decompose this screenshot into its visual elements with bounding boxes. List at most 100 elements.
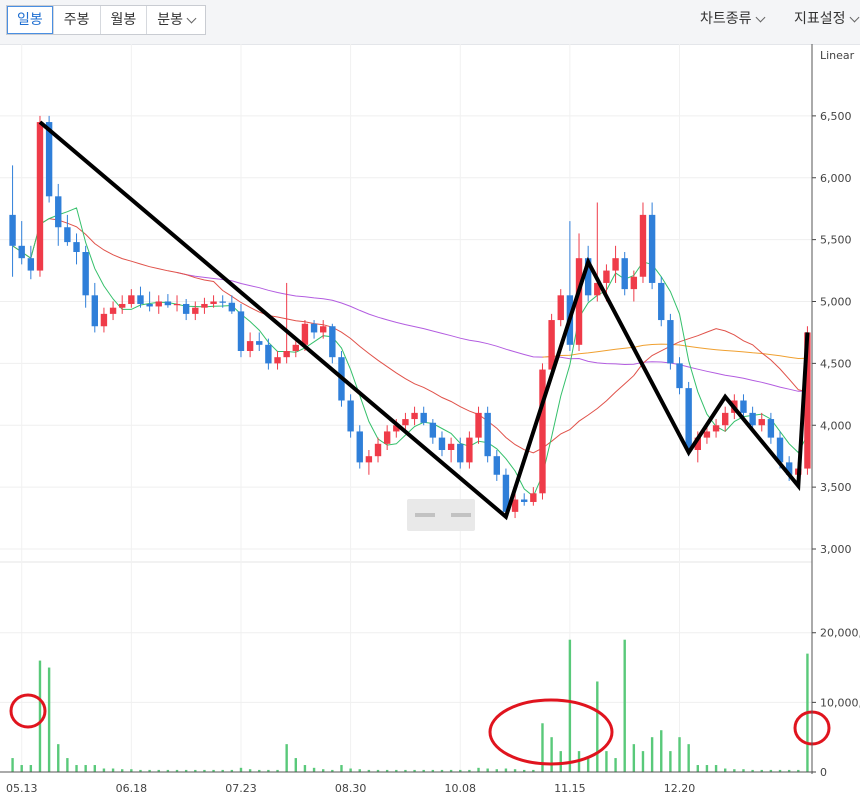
volume-bar bbox=[568, 639, 572, 772]
volume-bar bbox=[660, 730, 663, 772]
candle-body bbox=[246, 341, 254, 351]
volume-bar bbox=[586, 758, 590, 772]
candle-body bbox=[438, 437, 446, 450]
volume-bar bbox=[669, 751, 672, 772]
candle-body bbox=[146, 303, 153, 307]
candle-body bbox=[685, 388, 692, 450]
volume-bar bbox=[678, 737, 681, 772]
candle-body bbox=[475, 412, 482, 438]
candle-body bbox=[9, 214, 16, 246]
stock-chart[interactable]: 6,500 6,000 5,500 5,000 4,500 4,000 3,500 3,000… bbox=[0, 44, 860, 798]
volume-bar bbox=[66, 758, 69, 772]
candle-body bbox=[402, 419, 409, 426]
volume-bar bbox=[29, 765, 33, 772]
candle-body bbox=[100, 313, 108, 327]
volume-bar bbox=[623, 639, 626, 772]
candle-body bbox=[484, 412, 491, 457]
candle-body bbox=[521, 499, 528, 502]
candle-body bbox=[64, 227, 71, 243]
volume-bar bbox=[93, 765, 96, 772]
candle-body bbox=[530, 493, 537, 502]
volume-bar bbox=[641, 751, 645, 772]
volume-bar bbox=[605, 751, 608, 772]
x-tick-label: 11.15 bbox=[554, 782, 586, 795]
candle-body bbox=[722, 412, 729, 426]
volume-bar bbox=[312, 767, 316, 772]
candle-body bbox=[356, 431, 363, 463]
volume-bar bbox=[75, 765, 78, 772]
candle-body bbox=[228, 302, 236, 312]
candle-body bbox=[109, 307, 117, 314]
scale-label: Linear bbox=[820, 49, 855, 62]
candle-body bbox=[758, 419, 765, 426]
volume-bar bbox=[504, 768, 508, 772]
candle-body bbox=[557, 295, 564, 321]
period-weekly-button[interactable]: 주봉 bbox=[54, 6, 101, 34]
chart-axes: 6,500 6,000 5,500 5,000 4,500 4,000 3,500 3,000… bbox=[0, 44, 860, 795]
volume-bar bbox=[724, 768, 727, 772]
zoom-control[interactable] bbox=[407, 499, 475, 531]
chart-type-dropdown[interactable]: 차트종류 bbox=[700, 8, 765, 30]
volume-bar bbox=[285, 744, 288, 772]
candle-body bbox=[283, 351, 290, 358]
period-minute-button[interactable]: 분봉 bbox=[147, 6, 205, 34]
candle-body bbox=[329, 326, 336, 358]
candle-body bbox=[310, 323, 318, 333]
candle-body bbox=[36, 122, 44, 271]
candle-body bbox=[210, 301, 217, 304]
volume-bar bbox=[303, 765, 307, 772]
ma60-line bbox=[176, 272, 808, 392]
candlestick-series bbox=[9, 115, 811, 519]
volume-bar bbox=[11, 758, 14, 772]
candle-body bbox=[27, 258, 35, 271]
x-tick-label: 05.13 bbox=[6, 782, 38, 795]
volume-tick-label: 0 bbox=[820, 766, 827, 779]
candle-body bbox=[712, 425, 720, 432]
volume-bar bbox=[650, 737, 654, 772]
y-tick-label: 4,000 bbox=[820, 419, 852, 432]
candle-body bbox=[639, 214, 647, 277]
candle-body bbox=[192, 307, 199, 314]
candle-body bbox=[612, 258, 619, 271]
volume-bar bbox=[559, 751, 562, 772]
volume-bar bbox=[102, 768, 106, 772]
candle-body bbox=[137, 295, 144, 304]
chevron-down-icon bbox=[186, 13, 197, 23]
period-monthly-button[interactable]: 월봉 bbox=[101, 6, 148, 34]
period-daily-button[interactable]: 일봉 bbox=[7, 6, 54, 34]
candle-body bbox=[603, 270, 610, 283]
x-tick-label: 12.20 bbox=[664, 782, 696, 795]
indicator-settings-label: 지표설정 bbox=[794, 11, 846, 27]
candle-body bbox=[767, 419, 775, 438]
y-tick-label: 5,000 bbox=[820, 296, 852, 309]
volume-bar bbox=[57, 744, 60, 772]
volume-bar bbox=[294, 758, 297, 772]
chevron-down-icon bbox=[755, 12, 765, 22]
candle-body bbox=[119, 303, 126, 308]
candle-body bbox=[749, 412, 756, 426]
volume-bar bbox=[47, 667, 51, 772]
volume-bar bbox=[340, 765, 343, 772]
candle-body bbox=[155, 301, 162, 307]
y-tick-label: 6,000 bbox=[820, 172, 852, 185]
candle-body bbox=[658, 282, 665, 321]
candle-body bbox=[365, 456, 373, 463]
volume-bar bbox=[111, 768, 115, 772]
candle-body bbox=[219, 301, 226, 303]
annotations bbox=[9, 120, 831, 766]
indicator-settings-dropdown[interactable]: 지표설정 bbox=[794, 8, 859, 30]
candle-body bbox=[292, 344, 299, 351]
volume-bar bbox=[705, 765, 709, 772]
candle-body bbox=[676, 363, 683, 389]
candle-body bbox=[274, 357, 281, 364]
candle-body bbox=[429, 422, 437, 438]
x-tick-label: 10.08 bbox=[445, 782, 477, 795]
y-tick-label: 3,500 bbox=[820, 481, 852, 494]
candle-body bbox=[539, 369, 546, 494]
volume-bar bbox=[477, 767, 480, 772]
trend-line bbox=[38, 120, 810, 521]
volume-tick-label: 10,000,0 bbox=[820, 696, 860, 709]
candle-body bbox=[347, 400, 354, 432]
candle-body bbox=[447, 443, 455, 450]
candle-body bbox=[237, 311, 245, 351]
